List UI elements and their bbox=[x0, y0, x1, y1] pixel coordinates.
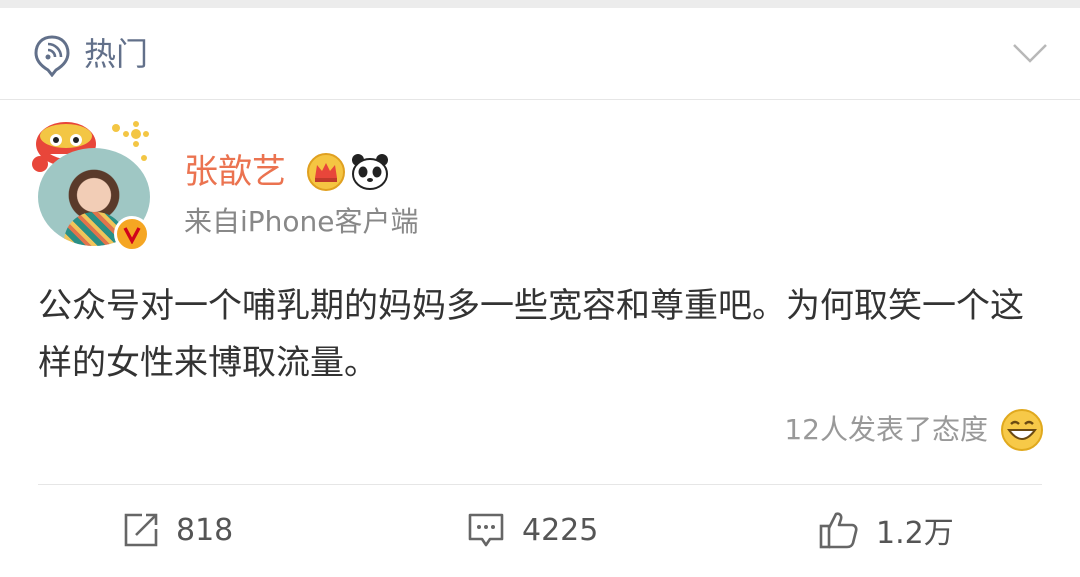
top-strip bbox=[0, 0, 1080, 8]
like-count: 1.2万 bbox=[876, 516, 954, 551]
comment-count: 4225 bbox=[522, 512, 599, 548]
divider bbox=[38, 484, 1042, 485]
reactions-summary[interactable]: 12人发表了态度 bbox=[784, 408, 988, 452]
username[interactable]: 张歆艺 bbox=[184, 150, 286, 194]
section-title: 热门 bbox=[84, 35, 149, 73]
repost-icon bbox=[124, 513, 158, 547]
comment-button[interactable]: 4225 bbox=[466, 500, 598, 560]
section-header[interactable]: 热门 bbox=[0, 8, 1080, 100]
post-source: 来自iPhone客户端 bbox=[184, 205, 419, 238]
repost-button[interactable]: 818 bbox=[122, 500, 233, 560]
repost-count: 818 bbox=[176, 512, 234, 548]
comment-icon bbox=[468, 513, 504, 547]
grin-emoji-icon[interactable] bbox=[1000, 408, 1044, 452]
thumbs-up-icon bbox=[819, 512, 858, 549]
chevron-down-icon[interactable] bbox=[1012, 42, 1048, 64]
crown-icon bbox=[307, 153, 345, 191]
post-text[interactable]: 公众号对一个哺乳期的妈妈多一些宽容和尊重吧。为何取笑一个这样的女性来博取流量。 bbox=[38, 278, 1048, 392]
panda-icon bbox=[352, 154, 388, 190]
like-button[interactable]: 1.2万 bbox=[818, 500, 954, 560]
verified-v-icon bbox=[114, 216, 150, 252]
hot-icon bbox=[34, 35, 70, 77]
